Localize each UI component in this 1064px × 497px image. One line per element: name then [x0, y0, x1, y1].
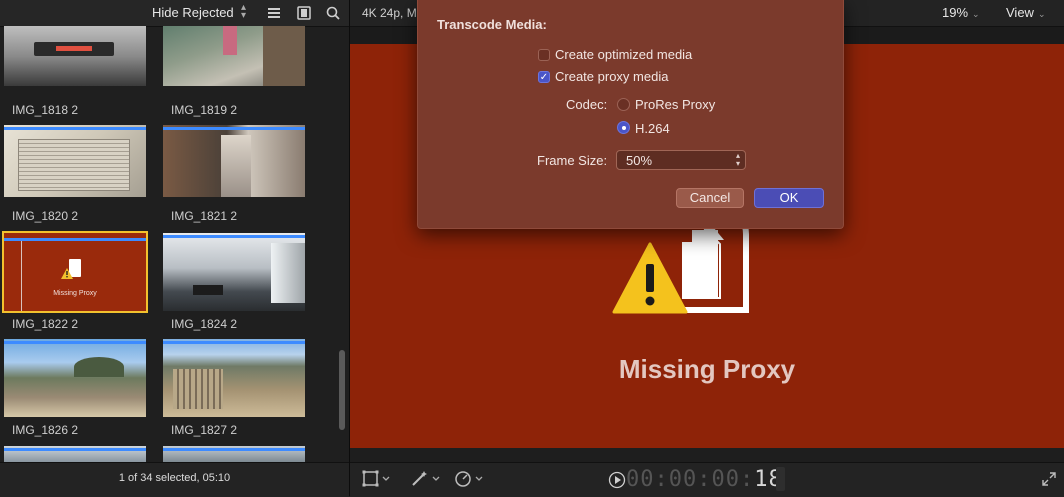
timecode-display[interactable]: 00:00:00:18: [626, 467, 783, 492]
warning-icon: [612, 242, 688, 314]
chevron-down-icon: ⌄: [972, 9, 980, 19]
clip-item[interactable]: [4, 26, 146, 86]
clip-label: IMG_1819 2: [171, 103, 238, 117]
select-arrows-icon: ▴ ▾: [735, 151, 740, 168]
browser-panel: Hide Rejected ▴ ▾ IMG_1818 2 IMG_1819 2 …: [0, 0, 350, 497]
clip-thumbnail[interactable]: [4, 446, 146, 462]
clip-item[interactable]: [163, 339, 305, 417]
viewer-format: 4K 24p, M: [362, 6, 417, 20]
viewer-bottom-strip: [350, 448, 1064, 462]
viewer-controls: 00:00:00:18: [350, 462, 1064, 497]
clip-thumbnail[interactable]: [163, 125, 305, 197]
frame-size-value: 50%: [626, 153, 653, 168]
clip-thumbnail[interactable]: [4, 125, 146, 197]
clip-item[interactable]: [163, 125, 305, 197]
view-menu[interactable]: View ⌄: [1006, 5, 1046, 20]
frame-size-label: Frame Size:: [537, 153, 608, 168]
chevron-down-icon: ⌄: [1037, 9, 1046, 19]
clip-thumbnail[interactable]: [4, 339, 146, 417]
transcode-media-dialog: Transcode Media: Create optimized media …: [417, 0, 844, 229]
clip-thumbnail[interactable]: Missing Proxy: [4, 233, 146, 311]
clip-item[interactable]: [163, 233, 305, 311]
browser-list-icon[interactable]: [266, 5, 282, 21]
clip-label: IMG_1826 2: [12, 423, 79, 437]
audio-meter: [776, 467, 785, 491]
magic-wand-icon[interactable]: [410, 470, 442, 488]
missing-file-icon: [61, 259, 81, 279]
transform-icon[interactable]: [362, 470, 392, 488]
clip-label: IMG_1818 2: [12, 103, 79, 117]
clip-item[interactable]: [4, 446, 146, 462]
clip-label: IMG_1820 2: [12, 209, 79, 223]
clip-item-selected[interactable]: Missing Proxy: [2, 231, 148, 313]
filmstrip-icon[interactable]: [296, 5, 312, 21]
proxy-media-checkbox[interactable]: ✓: [538, 71, 550, 83]
clip-thumbnail[interactable]: [163, 233, 305, 311]
zoom-value: 19%: [942, 5, 969, 20]
codec-option-label[interactable]: H.264: [635, 121, 670, 136]
view-label: View: [1006, 5, 1034, 20]
clip-label: IMG_1824 2: [171, 317, 238, 331]
frame-size-select[interactable]: 50% ▴ ▾: [616, 150, 746, 170]
clip-thumbnail[interactable]: [163, 26, 305, 86]
zoom-popup[interactable]: 19% ⌄: [942, 5, 980, 20]
selection-status: 1 of 34 selected, 05:10: [118, 472, 231, 484]
filter-chevron-icon[interactable]: ▴ ▾: [241, 3, 246, 21]
ok-button[interactable]: OK: [754, 188, 824, 208]
thumb-missing-label: Missing Proxy: [53, 290, 97, 297]
timecode-prefix: 00:00:00:: [626, 467, 755, 492]
clip-grid: IMG_1818 2 IMG_1819 2 IMG_1820 2 IMG_182…: [0, 26, 336, 462]
search-icon[interactable]: [325, 5, 341, 21]
optimized-media-label[interactable]: Create optimized media: [555, 47, 692, 62]
browser-status-bar: 1 of 34 selected, 05:10: [0, 462, 349, 497]
clip-item[interactable]: [163, 446, 305, 462]
browser-scrollbar[interactable]: [339, 350, 345, 430]
clip-thumbnail[interactable]: [163, 446, 305, 462]
clip-thumbnail[interactable]: [163, 339, 305, 417]
proxy-media-label[interactable]: Create proxy media: [555, 69, 668, 84]
codec-option-label[interactable]: ProRes Proxy: [635, 97, 715, 112]
clip-item[interactable]: [4, 125, 146, 197]
speed-icon[interactable]: [454, 470, 486, 488]
clip-label: IMG_1821 2: [171, 209, 238, 223]
codec-radio-h264[interactable]: [617, 121, 630, 134]
browser-toolbar: Hide Rejected ▴ ▾: [0, 0, 349, 27]
missing-proxy-title: Missing Proxy: [618, 354, 796, 384]
cancel-button[interactable]: Cancel: [676, 188, 744, 208]
clip-item[interactable]: [4, 339, 146, 417]
codec-radio-prores-proxy[interactable]: [617, 98, 630, 111]
codec-label: Codec:: [566, 97, 608, 112]
clip-thumbnail[interactable]: [4, 26, 146, 86]
dialog-title: Transcode Media:: [437, 17, 547, 32]
filter-popup[interactable]: Hide Rejected: [152, 5, 234, 20]
clip-item[interactable]: [163, 26, 305, 86]
fullscreen-icon[interactable]: [1042, 472, 1056, 486]
optimized-media-checkbox[interactable]: [538, 49, 550, 61]
play-icon[interactable]: [608, 471, 626, 489]
clip-label: IMG_1822 2: [12, 317, 79, 331]
clip-label: IMG_1827 2: [171, 423, 238, 437]
